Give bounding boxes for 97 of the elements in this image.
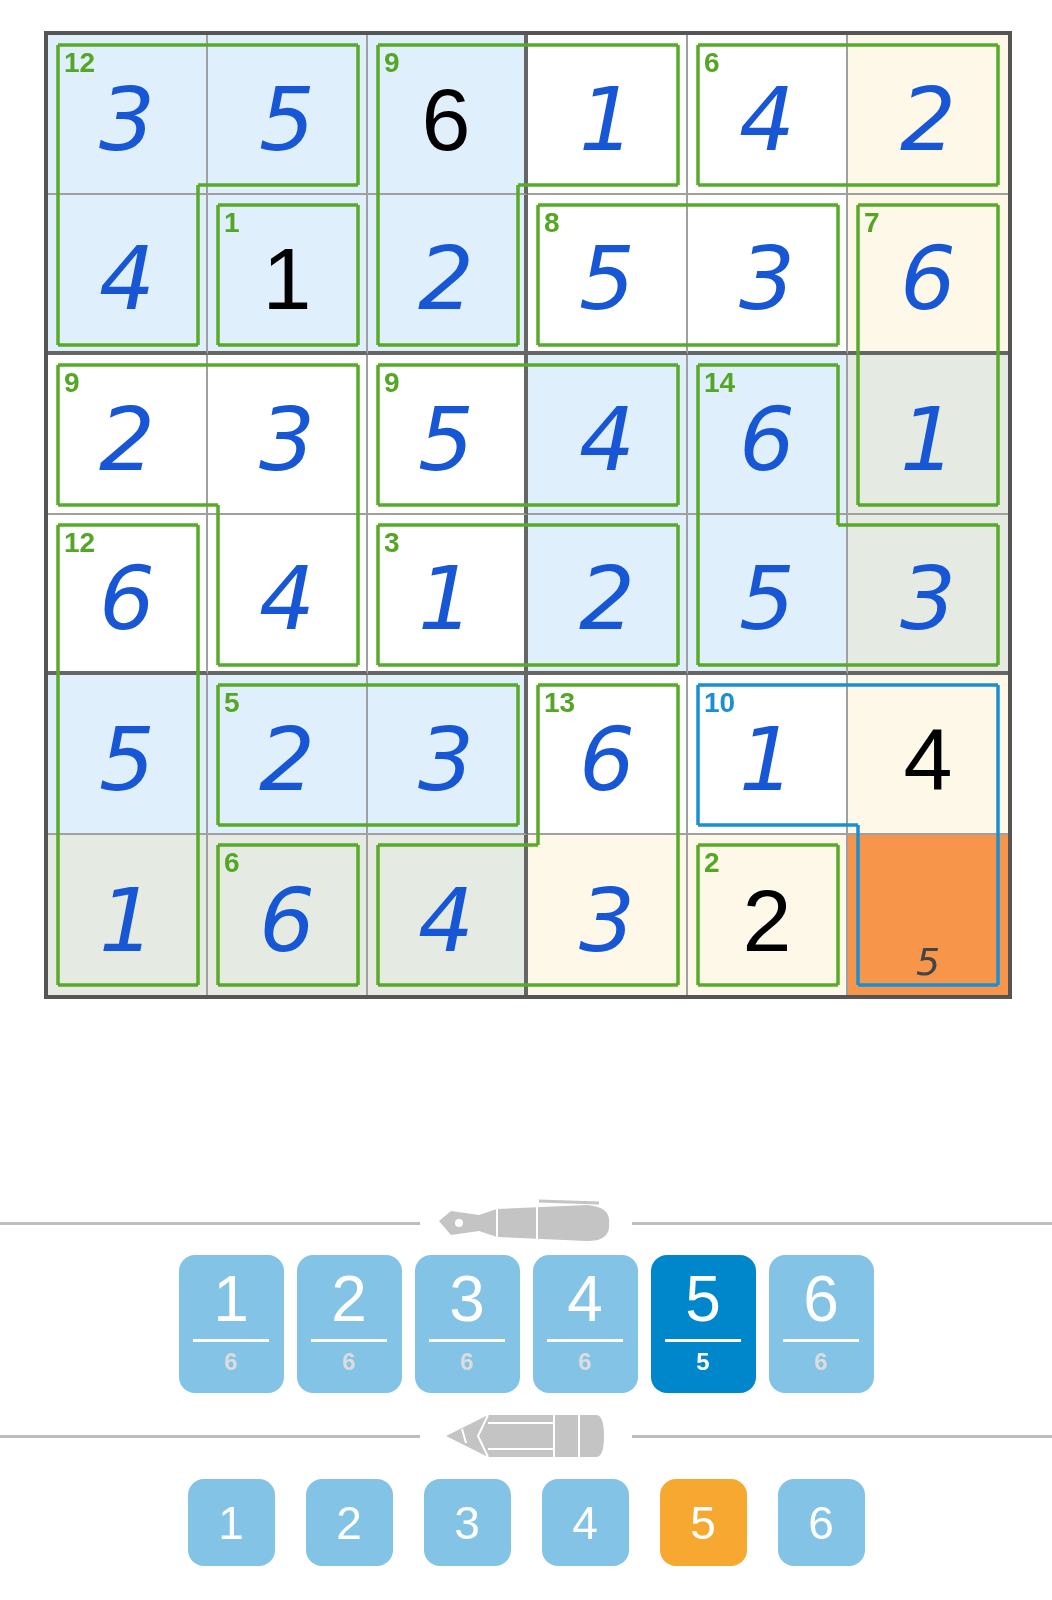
entered-digit: 4 xyxy=(739,76,795,164)
digit-button[interactable]: 5 5 xyxy=(650,1255,756,1393)
remaining-count: 6 xyxy=(460,1350,474,1374)
given-digit: 4 xyxy=(903,716,953,804)
entered-digit: 5 xyxy=(579,235,635,323)
sudoku-cell[interactable]: 2 2 xyxy=(688,835,848,995)
sudoku-cell[interactable]: 1 xyxy=(48,835,208,995)
cage-sum: 10 xyxy=(704,689,736,717)
entered-digit: 2 xyxy=(99,396,155,484)
entered-digit: 3 xyxy=(259,396,315,484)
pencil-icon xyxy=(446,1413,606,1459)
sudoku-cell[interactable]: 5 xyxy=(208,35,368,195)
sudoku-cell[interactable]: 3 xyxy=(208,355,368,515)
sudoku-cell[interactable]: 6 6 xyxy=(208,835,368,995)
entered-digit: 1 xyxy=(900,396,956,484)
entered-digit: 1 xyxy=(579,76,635,164)
sudoku-cell[interactable]: 2 xyxy=(528,515,688,675)
sudoku-cell[interactable]: 6 7 xyxy=(848,195,1008,355)
cage-sum: 7 xyxy=(864,209,880,237)
entered-digit: 1 xyxy=(99,877,155,965)
cage-sum: 6 xyxy=(704,49,720,77)
entered-digit: 5 xyxy=(418,396,474,484)
digit-label: 4 xyxy=(567,1267,603,1331)
cage-sum: 14 xyxy=(704,369,736,397)
sudoku-cell[interactable]: 3 xyxy=(848,515,1008,675)
given-digit: 6 xyxy=(421,76,471,164)
entered-digit: 2 xyxy=(259,716,315,804)
cage-sum: 13 xyxy=(544,689,576,717)
cage-sum: 12 xyxy=(64,529,96,557)
sudoku-cell[interactable]: 2 5 xyxy=(208,675,368,835)
digit-label: 2 xyxy=(331,1267,367,1331)
remaining-count: 6 xyxy=(814,1350,828,1374)
cage-sum: 6 xyxy=(224,849,240,877)
sudoku-cell[interactable]: 4 xyxy=(48,195,208,355)
remaining-count: 5 xyxy=(696,1350,710,1374)
cage-sum: 2 xyxy=(704,849,720,877)
given-digit: 2 xyxy=(742,877,792,965)
digit-label: 5 xyxy=(685,1267,721,1331)
cage-sum: 3 xyxy=(384,529,400,557)
sudoku-cell[interactable]: 5 9 xyxy=(368,355,528,515)
sudoku-cell[interactable]: 1 xyxy=(848,355,1008,515)
entered-digit: 4 xyxy=(579,396,635,484)
cage-sum: 1 xyxy=(224,209,240,237)
entered-digit: 6 xyxy=(99,555,155,643)
sudoku-cell[interactable]: 1 3 xyxy=(368,515,528,675)
sudoku-cell[interactable]: 2 xyxy=(368,195,528,355)
entered-digit: 4 xyxy=(259,555,315,643)
remaining-count: 6 xyxy=(224,1350,238,1374)
cage-sum: 9 xyxy=(384,369,400,397)
entered-digit: 2 xyxy=(418,235,474,323)
entered-digit: 5 xyxy=(99,716,155,804)
entered-digit: 3 xyxy=(739,235,795,323)
entered-digit: 6 xyxy=(259,877,315,965)
entered-digit: 3 xyxy=(418,716,474,804)
entered-digit: 1 xyxy=(418,555,474,643)
sudoku-cell[interactable]: 5 xyxy=(688,515,848,675)
sudoku-cell[interactable]: 3 xyxy=(688,195,848,355)
digit-label: 1 xyxy=(213,1267,249,1331)
sudoku-cell[interactable]: 5 8 xyxy=(528,195,688,355)
entered-digit: 2 xyxy=(579,555,635,643)
entered-digit: 6 xyxy=(900,235,956,323)
sudoku-cell[interactable]: 4 xyxy=(368,835,528,995)
digit-label: 3 xyxy=(449,1267,485,1331)
entered-digit: 4 xyxy=(418,877,474,965)
sudoku-cell[interactable]: 5 xyxy=(848,835,1008,995)
pencil-mark: 5 xyxy=(914,943,942,981)
sudoku-cell[interactable]: 6 9 xyxy=(368,35,528,195)
digit-label: 6 xyxy=(803,1267,839,1331)
cage-sum: 5 xyxy=(224,689,240,717)
entered-digit: 3 xyxy=(900,555,956,643)
entered-digit: 2 xyxy=(900,76,956,164)
cage-sum: 9 xyxy=(384,49,400,77)
sudoku-cell[interactable]: 4 6 xyxy=(688,35,848,195)
given-digit: 1 xyxy=(262,235,312,323)
sudoku-cell[interactable]: 5 xyxy=(48,675,208,835)
sudoku-cell[interactable]: 4 xyxy=(848,675,1008,835)
entered-digit: 4 xyxy=(99,235,155,323)
remaining-count: 6 xyxy=(342,1350,356,1374)
entered-digit: 1 xyxy=(739,716,795,804)
entered-digit: 5 xyxy=(739,555,795,643)
sudoku-cell[interactable]: 4 xyxy=(208,515,368,675)
entered-digit: 3 xyxy=(579,877,635,965)
cage-sum: 12 xyxy=(64,49,96,77)
entered-digit: 5 xyxy=(259,76,315,164)
entered-digit: 6 xyxy=(579,716,635,804)
sudoku-cell[interactable]: 1 xyxy=(528,35,688,195)
remaining-count: 6 xyxy=(578,1350,592,1374)
sudoku-cell[interactable]: 2 9 xyxy=(48,355,208,515)
entered-digit: 3 xyxy=(99,76,155,164)
entered-digit: 6 xyxy=(739,396,795,484)
sudoku-cell[interactable]: 1 1 xyxy=(208,195,368,355)
sudoku-cell[interactable]: 4 xyxy=(528,355,688,515)
cage-sum: 9 xyxy=(64,369,80,397)
sudoku-cell[interactable]: 3 xyxy=(368,675,528,835)
cage-sum: 8 xyxy=(544,209,560,237)
sudoku-cell[interactable]: 3 xyxy=(528,835,688,995)
sudoku-cell[interactable]: 2 xyxy=(848,35,1008,195)
